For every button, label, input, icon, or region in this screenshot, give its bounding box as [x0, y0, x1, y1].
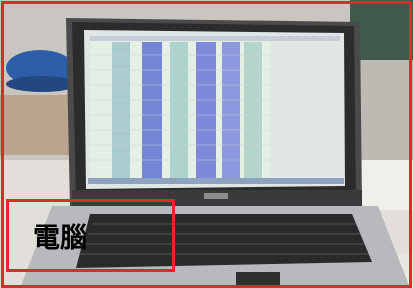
caption-label: 電腦 [33, 223, 87, 254]
laptop-screen [84, 30, 345, 189]
brand-logo [204, 193, 228, 199]
touchpad [236, 272, 280, 286]
